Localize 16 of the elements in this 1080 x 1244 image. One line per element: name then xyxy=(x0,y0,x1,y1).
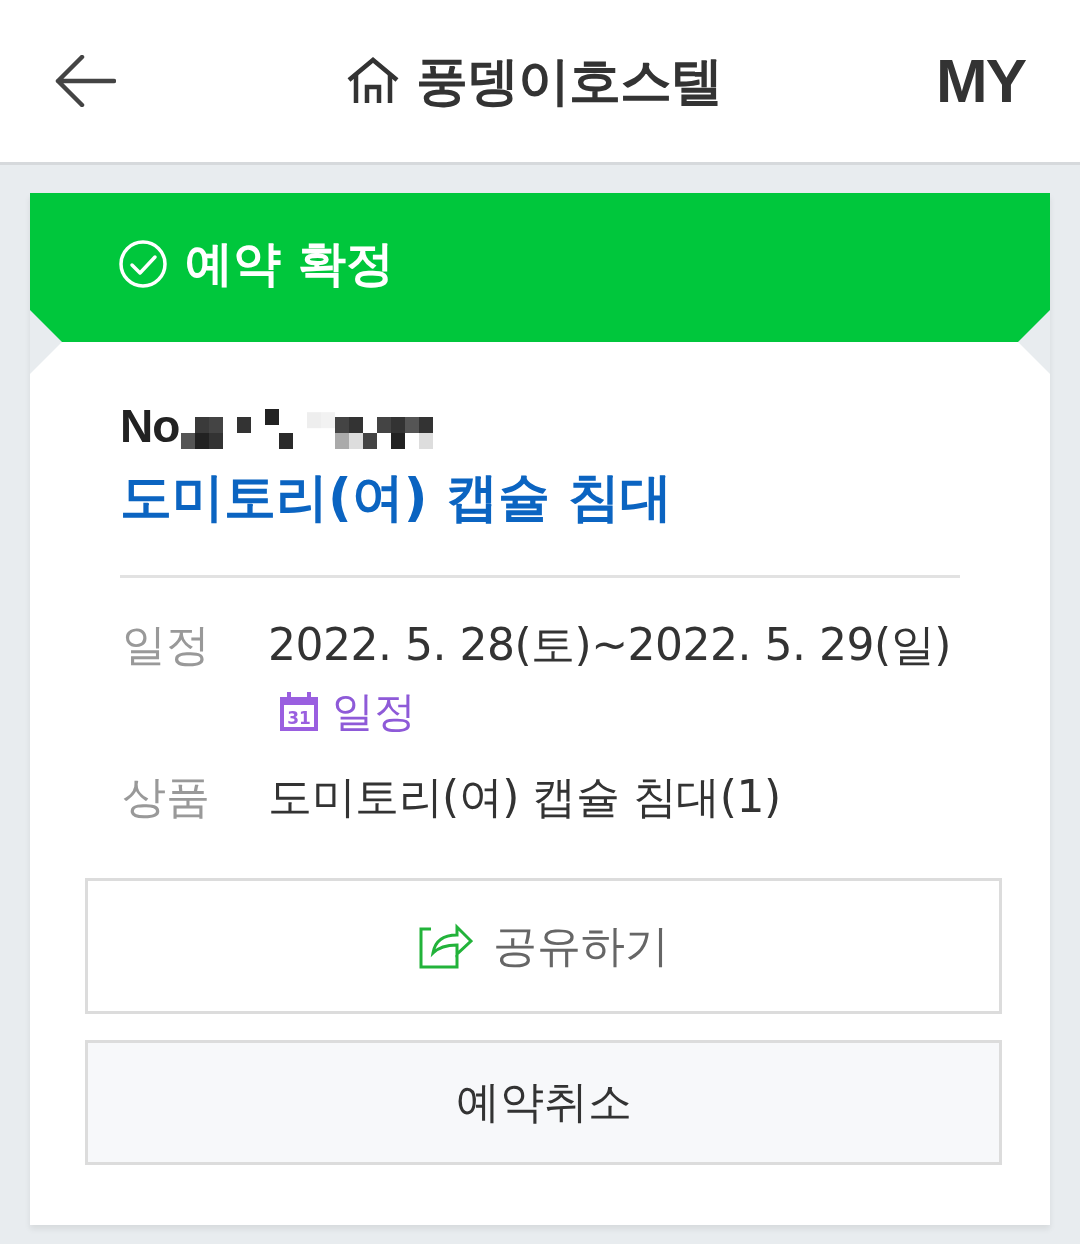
share-button[interactable]: 공유하기 xyxy=(85,878,1002,1014)
back-arrow-icon xyxy=(54,55,116,107)
cancel-reservation-button[interactable]: 예약취소 xyxy=(85,1040,1002,1165)
add-to-calendar-link[interactable]: 31 일정 xyxy=(278,676,416,748)
check-circle-icon xyxy=(118,238,168,289)
status-label: 예약 확정 xyxy=(185,233,394,293)
home-icon xyxy=(345,57,400,105)
share-icon xyxy=(418,923,473,969)
reservation-number-label: No xyxy=(120,399,180,453)
detail-value: 2022. 5. 28(토)~2022. 5. 29(일) xyxy=(268,618,951,672)
my-page-link[interactable]: MY xyxy=(936,46,1025,116)
detail-label: 상품 xyxy=(121,770,211,824)
hostel-title: 풍뎅이호스텔 xyxy=(415,49,722,113)
detail-value: 도미토리(여) 캡슐 침대(1) xyxy=(268,770,781,824)
room-title: 도미토리(여) 캡슐 침대 xyxy=(120,466,673,529)
detail-label: 일정 xyxy=(121,618,211,672)
